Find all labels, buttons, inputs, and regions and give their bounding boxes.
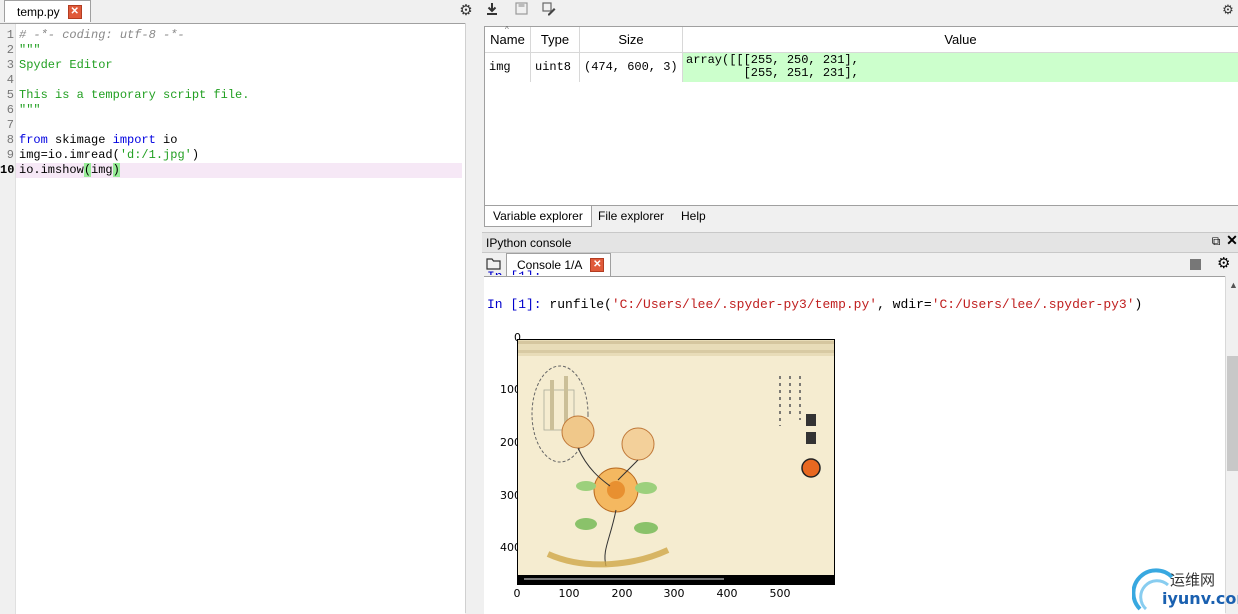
string-literal: 'd:/1.jpg': [119, 148, 192, 162]
save-as-icon[interactable]: [541, 2, 557, 18]
pane-splitter[interactable]: [478, 0, 482, 613]
imshow-figure: 0 100 200 300 400 0 100 200 300 400 500: [495, 331, 855, 603]
code-line-1: # -*- coding: utf-8 -*-: [19, 28, 185, 42]
code-text: , wdir=: [877, 297, 932, 312]
close-console-icon[interactable]: ✕: [590, 258, 605, 272]
code-text: io: [155, 133, 178, 147]
save-data-icon[interactable]: [513, 2, 529, 18]
pane-title: IPython console: [486, 236, 572, 250]
variable-table: Name Type Size Value ^ img uint8 (474, 6…: [484, 25, 1238, 206]
gear-icon[interactable]: ⚙: [1220, 2, 1236, 18]
column-header-type[interactable]: Type: [531, 27, 580, 53]
matched-paren: ): [112, 163, 120, 177]
matched-paren: (: [83, 163, 92, 177]
watermark-site: iyunv.com: [1162, 589, 1238, 608]
sort-indicator-icon: ^: [505, 25, 509, 34]
code-text: skimage: [47, 133, 113, 147]
image-axes: [517, 339, 835, 585]
code-text: runfile(: [541, 297, 612, 312]
cell-type: uint8: [531, 53, 580, 82]
watermark-logo: 运维网 iyunv.com: [1132, 565, 1238, 613]
line-number: 8: [6, 133, 14, 147]
x-tick-label: 200: [611, 587, 633, 600]
stop-icon[interactable]: [1190, 259, 1201, 270]
input-prompt: In [1]:: [487, 297, 542, 312]
console-output[interactable]: In [1]: In [1]: runfile('C:/Users/lee/.s…: [484, 269, 1225, 614]
close-pane-icon[interactable]: ✕: [1226, 233, 1238, 248]
keyword-import: import: [112, 133, 156, 147]
string-literal: 'C:/Users/lee/.spyder-py3': [931, 297, 1135, 312]
line-number: 1: [6, 28, 14, 42]
editor-scrollbar[interactable]: [465, 23, 479, 613]
code-line-2: """: [19, 43, 41, 57]
variable-explorer-toolbar: ⚙: [482, 0, 1238, 22]
column-header-size[interactable]: Size: [580, 27, 683, 53]
code-line-10: io.imshow(img): [19, 163, 120, 178]
line-number: 2: [6, 43, 14, 57]
line-number: 5: [6, 88, 14, 102]
ipython-pane-header: IPython console ⧉ ✕: [482, 232, 1238, 253]
x-tick-label: 500: [769, 587, 791, 600]
tab-label: temp.py: [17, 4, 60, 19]
string-literal: 'C:/Users/lee/.spyder-py3/temp.py': [611, 297, 878, 312]
line-number: 7: [6, 118, 14, 132]
tab-help[interactable]: Help: [673, 206, 714, 226]
keyword-from: from: [19, 133, 48, 147]
line-number: 6: [6, 103, 14, 117]
tab-file-explorer[interactable]: File explorer: [590, 206, 672, 226]
line-number-current: 10: [0, 163, 15, 177]
x-tick-label: 100: [558, 587, 580, 600]
displayed-image: [518, 340, 834, 584]
variable-explorer-tabs: Variable explorer File explorer Help: [482, 205, 1238, 227]
x-tick-label: 0: [513, 587, 521, 600]
gear-icon[interactable]: ⚙: [458, 3, 474, 19]
code-text: io.imshow: [19, 163, 84, 177]
import-data-icon[interactable]: [484, 2, 500, 18]
column-header-value[interactable]: Value: [683, 27, 1238, 53]
code-line-5: This is a temporary script file.: [19, 88, 250, 102]
code-line-8: from skimage import io: [19, 133, 177, 148]
scroll-up-icon[interactable]: ▲: [1229, 280, 1238, 290]
line-number: 4: [6, 73, 14, 87]
tab-temp-py[interactable]: temp.py ✕: [4, 0, 91, 22]
cell-size: (474, 600, 3): [580, 53, 683, 82]
watermark-cn: 运维网: [1170, 571, 1216, 589]
line-number: 3: [6, 58, 14, 72]
undock-icon[interactable]: ⧉: [1210, 234, 1222, 248]
code-text: img: [91, 163, 113, 177]
tab-variable-explorer[interactable]: Variable explorer: [484, 206, 592, 227]
gear-icon[interactable]: ⚙: [1217, 256, 1230, 272]
console-tabbar: Console 1/A ✕ ⚙: [482, 252, 1238, 276]
code-line-9: img=io.imread('d:/1.jpg'): [19, 148, 199, 163]
line-number-gutter: 1 2 3 4 5 6 7 8 9 10: [0, 24, 16, 614]
code-editor[interactable]: 1 2 3 4 5 6 7 8 9 10 # -*- coding: utf-8…: [0, 23, 465, 614]
line-number: 9: [6, 148, 14, 162]
previous-prompt-partial: In [1]:: [487, 269, 542, 275]
cell-value: array([[[255, 250, 231], [255, 251, 231]…: [683, 53, 1238, 82]
code-text: ): [1134, 297, 1143, 312]
scrollbar-thumb[interactable]: [1227, 356, 1238, 471]
code-text: ): [191, 148, 200, 162]
editor-tabbar: temp.py ✕: [0, 0, 478, 22]
code-line-6: """: [19, 103, 41, 117]
console-scrollbar[interactable]: ▲: [1225, 276, 1238, 613]
x-tick-label: 300: [663, 587, 685, 600]
x-tick-label: 400: [716, 587, 738, 600]
code-text: img=io.imread(: [19, 148, 120, 162]
close-tab-icon[interactable]: ✕: [67, 4, 82, 19]
console-input-line: In [1]: runfile('C:/Users/lee/.spyder-py…: [487, 297, 1142, 312]
cell-name: img: [485, 53, 531, 82]
code-line-3: Spyder Editor: [19, 58, 113, 72]
